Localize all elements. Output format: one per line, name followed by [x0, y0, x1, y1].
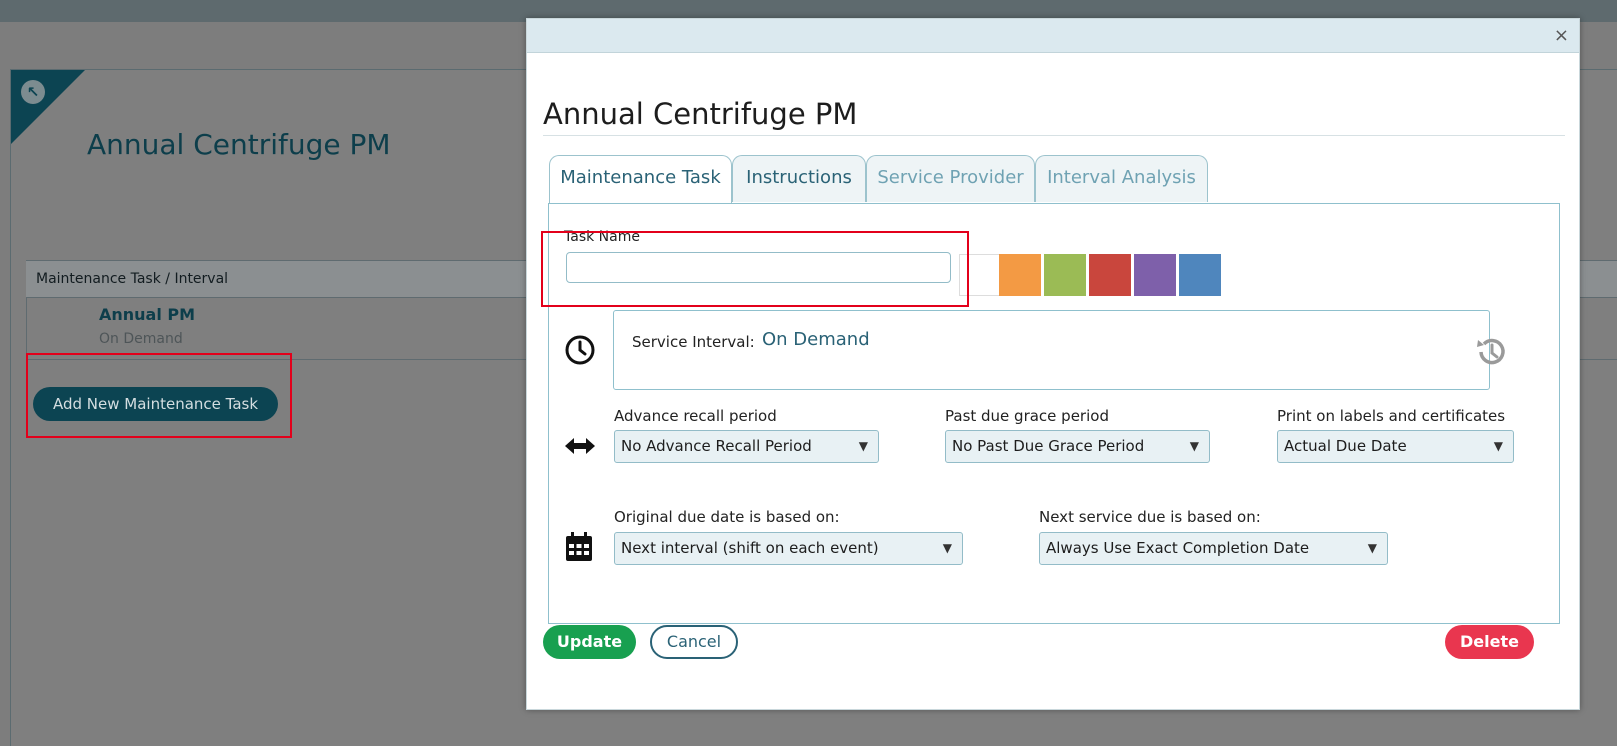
print-labels-label: Print on labels and certificates	[1277, 407, 1506, 425]
advance-recall-label: Advance recall period	[614, 407, 777, 425]
original-due-select[interactable]: Next interval (shift on each event) ▼	[614, 532, 963, 565]
corner-ribbon	[11, 70, 85, 144]
chevron-down-icon: ▼	[1493, 439, 1503, 453]
color-swatch-orange[interactable]	[999, 254, 1041, 296]
title-divider	[543, 135, 1565, 136]
service-interval-value[interactable]: On Demand	[762, 329, 870, 350]
chevron-down-icon: ▼	[1367, 541, 1377, 555]
modal-header: ×	[527, 19, 1579, 53]
double-arrow-icon	[565, 438, 595, 454]
add-new-maintenance-task-button[interactable]: Add New Maintenance Task	[33, 387, 279, 421]
maintenance-task-panel: Task Name Service Interval: On Demand Ad…	[548, 203, 1560, 624]
service-interval-box[interactable]: Service Interval: On Demand	[613, 310, 1490, 390]
table-header-label: Maintenance Task / Interval	[36, 271, 229, 287]
history-icon[interactable]	[1473, 334, 1509, 370]
tab-instructions[interactable]: Instructions	[732, 155, 866, 202]
clock-icon	[565, 335, 595, 365]
chevron-down-icon: ▼	[858, 439, 868, 453]
service-interval-label: Service Interval:	[632, 333, 755, 351]
next-service-value: Always Use Exact Completion Date	[1046, 539, 1310, 557]
modal-title: Annual Centrifuge PM	[543, 97, 858, 131]
expand-arrow-icon[interactable]: ↖	[21, 80, 45, 104]
calendar-icon	[566, 532, 592, 561]
task-name-input[interactable]	[566, 252, 951, 283]
task-name-label: Task Name	[564, 229, 640, 245]
advance-recall-select[interactable]: No Advance Recall Period ▼	[614, 430, 879, 463]
past-due-select[interactable]: No Past Due Grace Period ▼	[945, 430, 1210, 463]
original-due-label: Original due date is based on:	[614, 508, 840, 526]
next-service-select[interactable]: Always Use Exact Completion Date ▼	[1039, 532, 1388, 565]
color-swatch-blue[interactable]	[1179, 254, 1221, 296]
color-swatch-green[interactable]	[1044, 254, 1086, 296]
delete-button[interactable]: Delete	[1445, 625, 1534, 659]
next-service-label: Next service due is based on:	[1039, 508, 1261, 526]
task-name-cell[interactable]: Annual PM	[99, 305, 195, 324]
page-title: Annual Centrifuge PM	[87, 128, 391, 161]
task-interval-cell: On Demand	[99, 331, 183, 347]
chevron-down-icon: ▼	[942, 541, 952, 555]
tab-interval-analysis[interactable]: Interval Analysis	[1035, 155, 1208, 202]
close-icon[interactable]: ×	[1554, 25, 1569, 46]
original-due-value: Next interval (shift on each event)	[621, 539, 879, 557]
chevron-down-icon: ▼	[1189, 439, 1199, 453]
edit-task-modal: × Annual Centrifuge PM Maintenance Task …	[526, 18, 1580, 710]
print-labels-value: Actual Due Date	[1284, 437, 1407, 455]
update-button[interactable]: Update	[543, 625, 636, 659]
print-labels-select[interactable]: Actual Due Date ▼	[1277, 430, 1514, 463]
color-swatch-red[interactable]	[1089, 254, 1131, 296]
color-swatch-white[interactable]	[959, 254, 1001, 296]
tab-maintenance-task[interactable]: Maintenance Task	[549, 155, 732, 204]
tab-service-provider[interactable]: Service Provider	[866, 155, 1035, 202]
past-due-label: Past due grace period	[945, 407, 1109, 425]
color-swatch-purple[interactable]	[1134, 254, 1176, 296]
past-due-value: No Past Due Grace Period	[952, 437, 1145, 455]
cancel-button[interactable]: Cancel	[650, 625, 738, 659]
advance-recall-value: No Advance Recall Period	[621, 437, 812, 455]
